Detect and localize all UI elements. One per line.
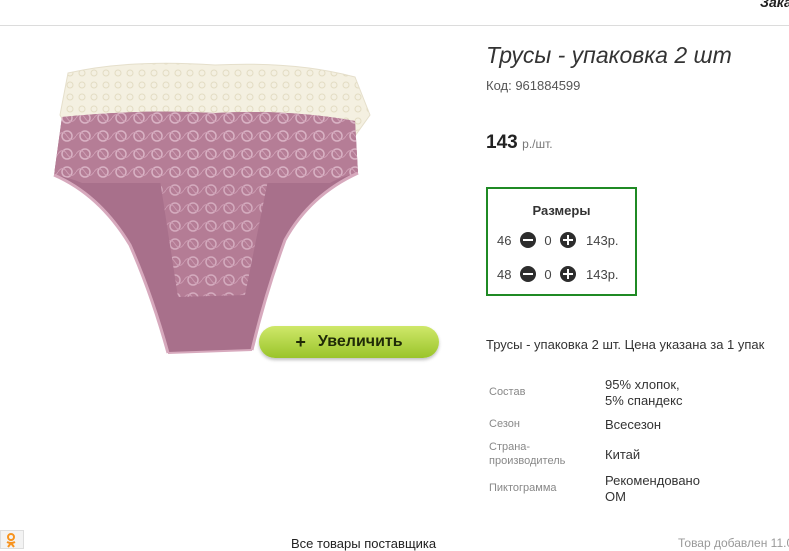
- product-code: Код: 961884599: [486, 78, 581, 93]
- top-right-link[interactable]: Зака: [760, 0, 789, 10]
- price-unit: р./шт.: [522, 137, 553, 151]
- social-share-button[interactable]: [0, 530, 24, 549]
- product-title: Трусы - упаковка 2 шт: [486, 42, 732, 68]
- attr-value-composition-line1: 95% хлопок,: [605, 377, 680, 392]
- attr-value-pictogram-line2: ОМ: [605, 489, 626, 504]
- plus-circle-icon[interactable]: [560, 266, 576, 282]
- size-price: 143р.: [586, 266, 619, 282]
- zoom-button-label: Увеличить: [317, 333, 403, 350]
- plus-icon: +: [295, 331, 306, 352]
- attr-label-country-line2: производитель: [489, 455, 566, 467]
- attr-value-composition-line2: 5% спандекс: [605, 393, 683, 408]
- sizes-panel: Размеры 46 0 143р. 48 0 143р.: [486, 187, 637, 296]
- attr-label-season: Сезон: [489, 418, 520, 430]
- attr-value-pictogram-line1: Рекомендовано: [605, 473, 700, 488]
- sizes-header: Размеры: [532, 203, 591, 218]
- size-row: 46 0 143р.: [497, 230, 619, 250]
- minus-circle-icon[interactable]: [520, 232, 536, 248]
- product-photo[interactable]: [40, 55, 385, 370]
- attr-label-composition: Состав: [489, 386, 526, 398]
- quantity-value[interactable]: 0: [536, 267, 560, 282]
- price-amount: 143: [486, 132, 518, 153]
- product-description: Трусы - упаковка 2 шт. Цена указана за 1…: [486, 337, 765, 352]
- attr-label-pictogram: Пиктограмма: [489, 482, 557, 494]
- odnoklassniki-icon: [6, 533, 16, 548]
- zoom-button[interactable]: + Увеличить: [259, 326, 439, 358]
- attr-label-country-line1: Страна-: [489, 441, 531, 453]
- added-date-text: Товар добавлен 11.0: [678, 536, 789, 550]
- minus-circle-icon[interactable]: [520, 266, 536, 282]
- product-price: 143 р./шт.: [486, 132, 553, 154]
- attr-value-country: Китай: [605, 447, 641, 462]
- plus-circle-icon[interactable]: [560, 232, 576, 248]
- size-value: 46: [497, 232, 512, 248]
- quantity-value[interactable]: 0: [536, 233, 560, 248]
- top-bar: Зака: [0, 0, 789, 26]
- attr-value-season: Всесезон: [605, 417, 662, 432]
- size-price: 143р.: [586, 232, 619, 248]
- size-row: 48 0 143р.: [497, 264, 619, 284]
- size-value: 48: [497, 266, 512, 282]
